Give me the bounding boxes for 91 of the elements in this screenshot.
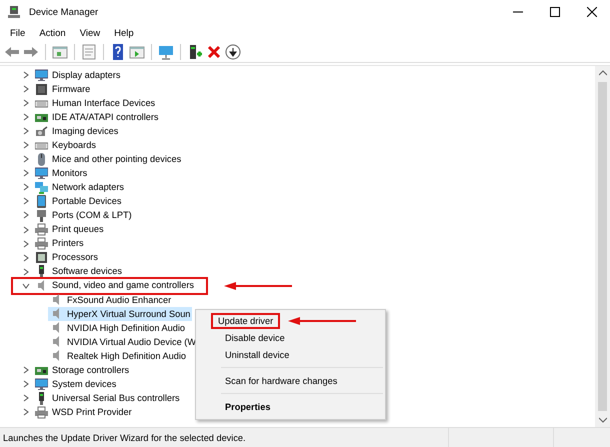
- chevron-right-icon[interactable]: [22, 254, 30, 262]
- chevron-right-icon[interactable]: [22, 169, 30, 178]
- scroll-up-icon[interactable]: [598, 70, 606, 76]
- tree-item[interactable]: Monitors: [52, 166, 88, 180]
- tree-item[interactable]: Imaging devices: [52, 124, 118, 138]
- monitor-icon: [35, 378, 48, 391]
- network-icon: [35, 180, 48, 194]
- menu-item[interactable]: Uninstall device: [221, 346, 294, 362]
- tree-item[interactable]: HyperX Virtual Surround Soun: [48, 306, 192, 321]
- monitor-icon: [35, 166, 48, 180]
- tree-item[interactable]: Realtek High Definition Audio: [48, 348, 188, 363]
- chevron-right-icon[interactable]: [22, 211, 30, 220]
- tree-item[interactable]: Mice and other pointing devices: [52, 152, 182, 166]
- tree-item[interactable]: Sound, video and game controllers: [52, 279, 194, 292]
- tree-item-label: NVIDIA High Definition Audio: [67, 322, 185, 333]
- chevron-right-icon[interactable]: [22, 226, 30, 234]
- chevron-right-icon[interactable]: [22, 127, 30, 136]
- tree-item[interactable]: Firmware: [52, 82, 90, 96]
- tree-item[interactable]: FxSound Audio Enhancer: [48, 292, 174, 307]
- printer-icon: [35, 223, 48, 236]
- tablet-icon: [35, 194, 48, 208]
- menu-item[interactable]: Disable device: [221, 330, 289, 346]
- chevron-right-icon[interactable]: [22, 155, 30, 164]
- camera-icon: [35, 124, 48, 138]
- tree-item[interactable]: Print queues: [52, 223, 104, 236]
- tree-item[interactable]: Human Interface Devices: [52, 96, 156, 110]
- scrollbar[interactable]: [595, 66, 610, 427]
- chevron-right-icon[interactable]: [22, 71, 30, 80]
- chevron-right-icon[interactable]: [22, 183, 30, 192]
- menu-item[interactable]: Action: [32, 28, 73, 38]
- annotation-arrow: [288, 316, 356, 324]
- menu-item[interactable]: View: [72, 28, 108, 38]
- tree-item[interactable]: Processors: [52, 251, 98, 264]
- help-icon[interactable]: [110, 44, 126, 60]
- menu-item[interactable]: File: [3, 28, 32, 38]
- scroll-thumb[interactable]: [598, 82, 607, 411]
- tree-item[interactable]: Printers: [52, 237, 84, 250]
- chevron-right-icon[interactable]: [22, 394, 30, 402]
- chevron-down-icon[interactable]: [22, 282, 30, 290]
- tree-item[interactable]: IDE ATA/ATAPI controllers: [52, 110, 159, 124]
- chevron-right-icon[interactable]: [22, 85, 30, 94]
- tree-item[interactable]: Software devices: [52, 265, 122, 278]
- menu-item[interactable]: Properties: [221, 398, 274, 414]
- console-tree-icon[interactable]: [52, 44, 68, 60]
- download-icon[interactable]: [225, 44, 241, 60]
- tree-item-label: Realtek High Definition Audio: [67, 350, 186, 361]
- tree-item[interactable]: Storage controllers: [52, 364, 130, 376]
- back-icon[interactable]: [4, 44, 20, 60]
- chevron-right-icon[interactable]: [22, 141, 30, 150]
- tree-item[interactable]: Portable Devices: [52, 194, 122, 208]
- tree-item[interactable]: Network adapters: [52, 180, 124, 194]
- close-icon: [586, 7, 596, 17]
- chevron-right-icon[interactable]: [22, 408, 30, 416]
- status-text: Launches the Update Driver Wizard for the selected device.: [2, 432, 247, 442]
- chevron-right-icon[interactable]: [22, 380, 30, 388]
- tree-item[interactable]: System devices: [52, 378, 116, 391]
- menu-item[interactable]: Help: [107, 28, 141, 38]
- tree-item[interactable]: Keyboards: [52, 138, 96, 152]
- printer-icon: [35, 406, 48, 419]
- tree-item[interactable]: Display adapters: [52, 68, 120, 82]
- port-icon: [35, 208, 48, 222]
- mouse-icon: [35, 152, 48, 166]
- tree-item[interactable]: Ports (COM & LPT): [52, 208, 132, 222]
- monitor-icon: [35, 68, 48, 82]
- maximize-icon: [550, 7, 560, 17]
- tree-item-label: HyperX Virtual Surround Soun: [67, 308, 190, 319]
- tree-item-label: FxSound Audio Enhancer: [67, 294, 172, 305]
- forward-icon[interactable]: [23, 44, 39, 60]
- menu-item[interactable]: Scan for hardware changes: [221, 372, 342, 388]
- computer-icon: [7, 5, 21, 19]
- chevron-right-icon[interactable]: [22, 197, 30, 206]
- menu-item[interactable]: Update driver: [211, 312, 280, 328]
- monitor-icon[interactable]: [158, 44, 174, 60]
- tree-item[interactable]: Universal Serial Bus controllers: [52, 392, 180, 405]
- chevron-right-icon[interactable]: [22, 113, 30, 122]
- update-driver-icon[interactable]: [187, 44, 203, 60]
- tree-item[interactable]: NVIDIA High Definition Audio: [48, 320, 187, 335]
- scroll-down-icon[interactable]: [598, 417, 606, 423]
- tree-item[interactable]: WSD Print Provider: [52, 406, 132, 419]
- chevron-right-icon[interactable]: [22, 240, 30, 248]
- chevron-right-icon[interactable]: [22, 99, 30, 108]
- window-icon[interactable]: [129, 44, 145, 60]
- uninstall-icon[interactable]: [206, 44, 222, 60]
- chip-icon: [35, 251, 48, 264]
- annotation-arrow: [224, 282, 292, 290]
- printer-icon: [35, 237, 48, 250]
- chevron-right-icon[interactable]: [22, 366, 30, 374]
- chevron-right-icon[interactable]: [22, 268, 30, 276]
- chip-icon: [35, 82, 48, 96]
- properties-icon[interactable]: [81, 44, 97, 60]
- window-title: Device Manager: [29, 6, 98, 18]
